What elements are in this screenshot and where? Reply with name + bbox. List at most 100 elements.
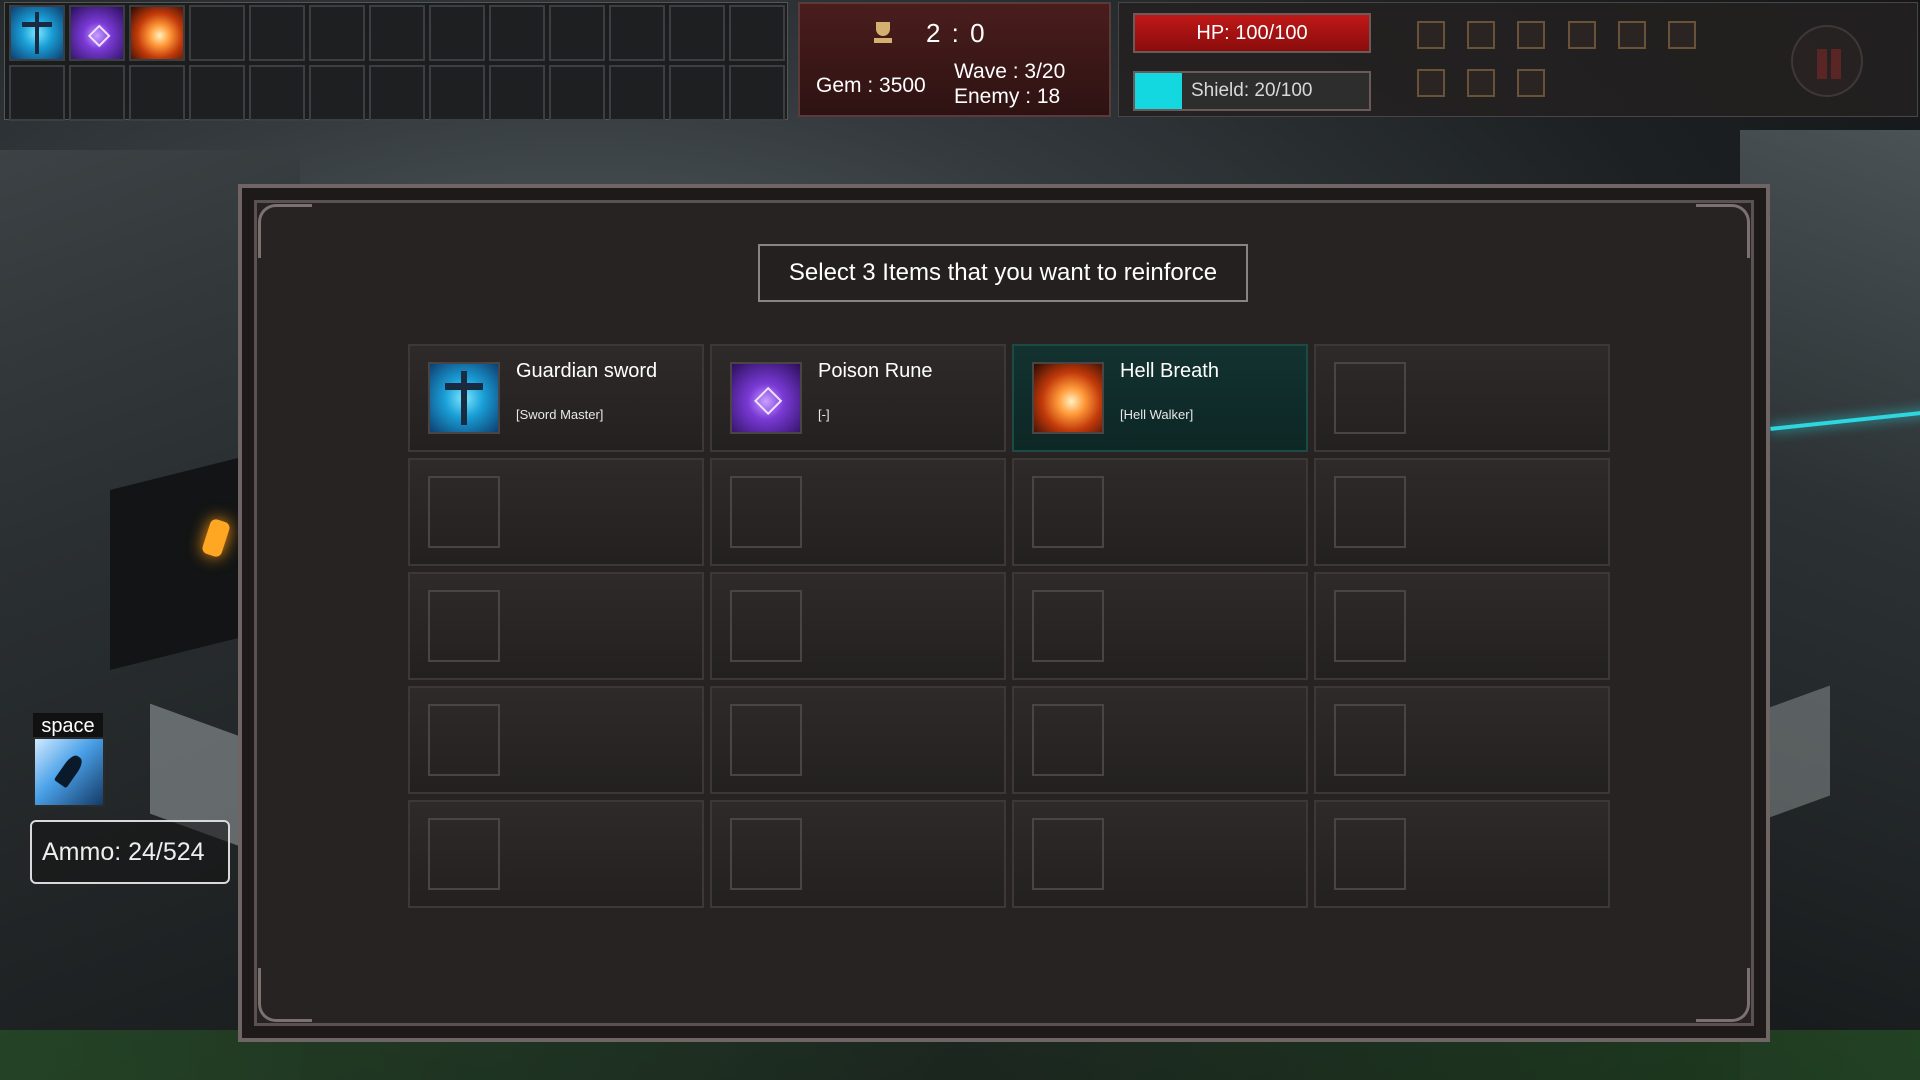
inventory-slot-empty[interactable]	[249, 65, 305, 121]
ornament-corner	[1696, 968, 1750, 1022]
shield-fill	[1135, 73, 1182, 109]
buff-icon	[1517, 69, 1545, 97]
inventory-slot-empty[interactable]	[669, 65, 725, 121]
inventory-slot-empty[interactable]	[549, 65, 605, 121]
empty-slot-icon	[1334, 362, 1406, 434]
shield-label: Shield: 20/100	[1191, 80, 1313, 101]
reinforce-item-empty[interactable]	[1012, 800, 1308, 908]
inventory-bar	[4, 2, 788, 121]
inventory-slot-empty[interactable]	[729, 5, 785, 61]
buff-icon	[1618, 21, 1646, 49]
reinforce-item-empty[interactable]	[408, 572, 704, 680]
buff-icon	[1417, 21, 1445, 49]
hp-bar: HP: 100/100	[1133, 13, 1371, 53]
guardian-sword-icon[interactable]	[9, 5, 65, 61]
inventory-slot-empty[interactable]	[489, 65, 545, 121]
inventory-slot-empty[interactable]	[729, 65, 785, 121]
gem-count: Gem : 3500	[816, 74, 926, 97]
buff-icon	[1517, 21, 1545, 49]
inventory-slot-empty[interactable]	[309, 65, 365, 121]
reinforce-item-empty[interactable]	[710, 458, 1006, 566]
inventory-slot-empty[interactable]	[369, 65, 425, 121]
buff-icon	[1668, 21, 1696, 49]
empty-slot-icon	[1334, 704, 1406, 776]
shield-bar: Shield: 20/100	[1133, 71, 1371, 111]
wave-count: Wave : 3/20	[954, 60, 1066, 83]
inventory-slot-empty[interactable]	[669, 5, 725, 61]
item-tag: [Sword Master]	[516, 407, 604, 422]
dash-icon[interactable]	[33, 737, 105, 807]
skill-key-label: space	[33, 713, 103, 739]
enemy-count: Enemy : 18	[954, 85, 1061, 108]
empty-slot-icon	[1032, 818, 1104, 890]
reinforce-item-empty[interactable]	[408, 458, 704, 566]
score-panel: 2 : 0 Gem : 3500 Wave : 3/20 Enemy : 18	[798, 2, 1111, 117]
ammo-counter: Ammo: 24/524	[30, 820, 230, 884]
reinforce-item-empty[interactable]	[1314, 686, 1610, 794]
reinforce-item-empty[interactable]	[1314, 572, 1610, 680]
status-panel: HP: 100/100 Shield: 20/100	[1118, 2, 1918, 117]
inventory-slot-empty[interactable]	[489, 5, 545, 61]
reinforce-item-empty[interactable]	[408, 686, 704, 794]
item-name: Poison Rune	[818, 360, 933, 382]
item-name: Guardian sword	[516, 360, 658, 382]
reinforce-item-empty[interactable]	[408, 800, 704, 908]
hell-breath-icon	[1032, 362, 1104, 434]
reinforce-item-empty[interactable]	[1314, 800, 1610, 908]
reinforce-item-empty[interactable]	[1314, 344, 1610, 452]
reinforce-item[interactable]: Guardian sword [Sword Master]	[408, 344, 704, 452]
inventory-slot-empty[interactable]	[189, 65, 245, 121]
inventory-slot-empty[interactable]	[249, 5, 305, 61]
buff-icon	[1467, 21, 1495, 49]
empty-slot-icon	[428, 590, 500, 662]
inventory-slot-empty[interactable]	[9, 65, 65, 121]
buff-icon	[1417, 69, 1445, 97]
poison-rune-icon[interactable]	[69, 5, 125, 61]
reinforce-item-empty[interactable]	[1314, 458, 1610, 566]
reinforce-item-empty[interactable]	[710, 572, 1006, 680]
empty-slot-icon	[730, 590, 802, 662]
wave-info: Wave : 3/20 Enemy : 18	[954, 59, 1065, 109]
empty-slot-icon	[428, 704, 500, 776]
inventory-slot-empty[interactable]	[129, 65, 185, 121]
empty-slot-icon	[1334, 476, 1406, 548]
reinforce-item-empty[interactable]	[710, 686, 1006, 794]
score-value: 2 : 0	[926, 18, 987, 48]
inventory-slot-empty[interactable]	[309, 5, 365, 61]
inventory-slot-empty[interactable]	[609, 65, 665, 121]
inventory-slot-empty[interactable]	[189, 5, 245, 61]
empty-slot-icon	[428, 818, 500, 890]
inventory-slot-empty[interactable]	[369, 5, 425, 61]
poison-rune-icon	[730, 362, 802, 434]
reinforce-item-empty[interactable]	[1012, 686, 1308, 794]
buff-icon	[1568, 21, 1596, 49]
inventory-slot-empty[interactable]	[609, 5, 665, 61]
reinforce-dialog: Select 3 Items that you want to reinforc…	[238, 184, 1770, 1042]
reinforce-item-empty[interactable]	[1012, 572, 1308, 680]
hell-breath-icon[interactable]	[129, 5, 185, 61]
buff-icon	[1467, 69, 1495, 97]
empty-slot-icon	[1334, 590, 1406, 662]
item-grid: Guardian sword [Sword Master] Poison Rune […	[408, 344, 1616, 908]
item-name: Hell Breath	[1120, 360, 1219, 382]
empty-slot-icon	[1032, 704, 1104, 776]
reinforce-item[interactable]: Poison Rune [-]	[710, 344, 1006, 452]
inventory-slot-empty[interactable]	[69, 65, 125, 121]
inventory-slot-empty[interactable]	[429, 65, 485, 121]
dialog-title: Select 3 Items that you want to reinforc…	[758, 244, 1248, 302]
empty-slot-icon	[1032, 590, 1104, 662]
empty-slot-icon	[730, 476, 802, 548]
empty-slot-icon	[1032, 476, 1104, 548]
reinforce-item-empty[interactable]	[710, 800, 1006, 908]
pause-button[interactable]	[1791, 25, 1863, 97]
inventory-slot-empty[interactable]	[549, 5, 605, 61]
guardian-sword-icon	[428, 362, 500, 434]
inventory-slot-empty[interactable]	[429, 5, 485, 61]
item-tag: [Hell Walker]	[1120, 407, 1194, 422]
reinforce-item-empty[interactable]	[1012, 458, 1308, 566]
reinforce-item[interactable]: Hell Breath [Hell Walker]	[1012, 344, 1308, 452]
empty-slot-icon	[730, 818, 802, 890]
empty-slot-icon	[428, 476, 500, 548]
item-tag: [-]	[818, 407, 830, 422]
ornament-corner	[1696, 204, 1750, 258]
